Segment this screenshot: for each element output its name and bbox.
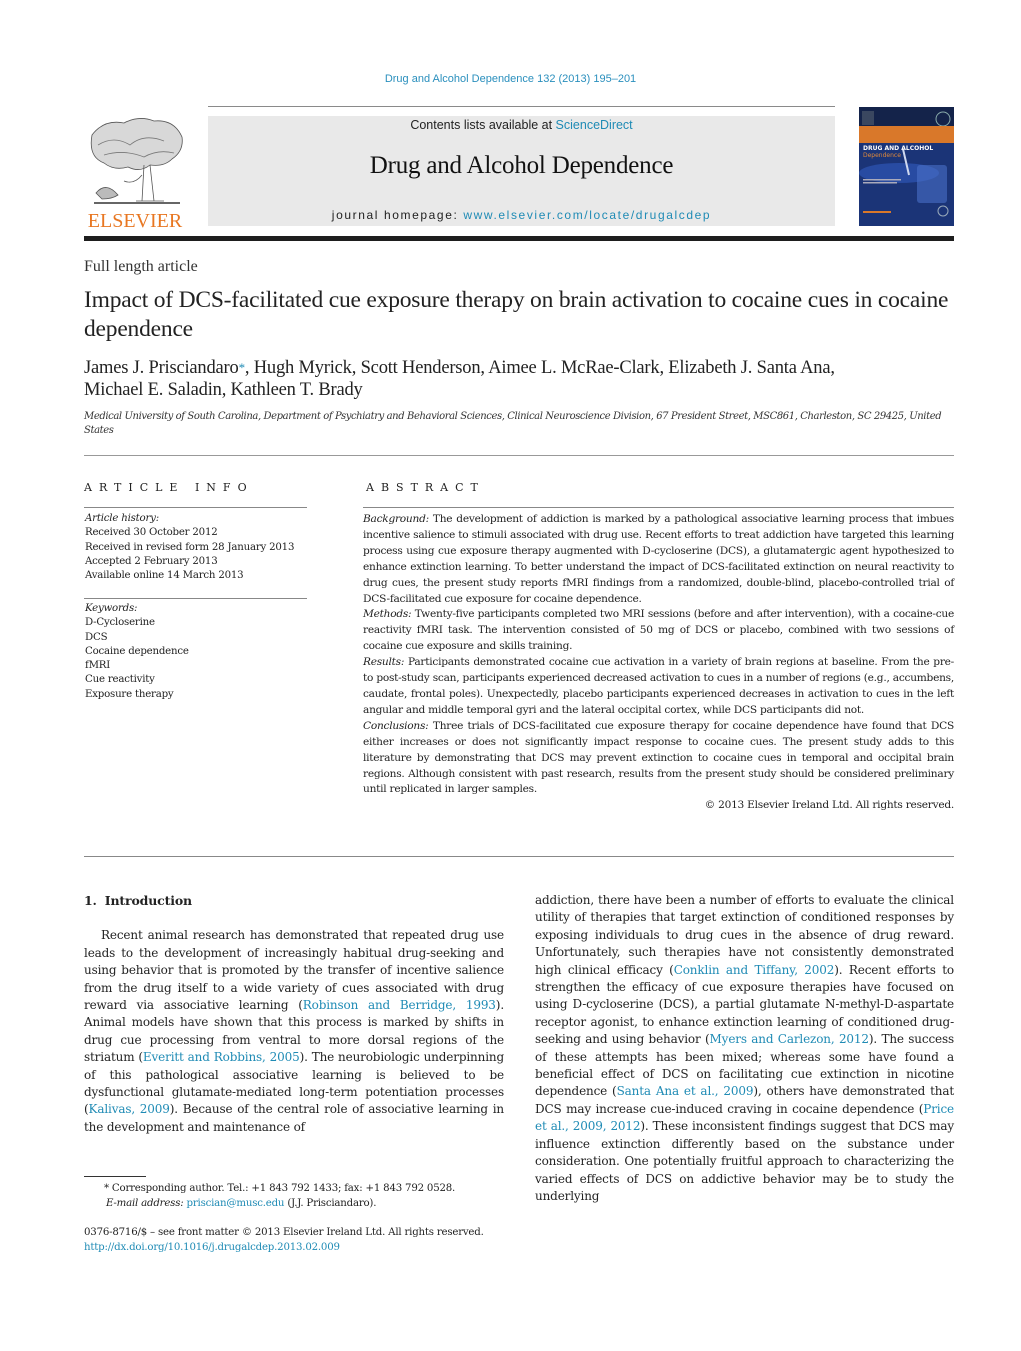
issn-block: 0376-8716/$ – see front matter © 2013 El… [84,1225,584,1255]
history-label: Article history: [85,513,159,524]
abstract-text: Three trials of DCS-facilitated cue expo… [363,719,954,796]
history-item: Available online 14 March 2013 [85,570,244,582]
homepage-label: journal homepage: [331,208,464,222]
citation-link[interactable]: Everitt and Robbins, 2005 [143,1050,300,1064]
section-rule [84,455,954,456]
author-list: James J. Prisciandaro*, Hugh Myrick, Sco… [84,358,835,400]
elsevier-tree-icon [90,118,183,204]
keyword-item[interactable]: Exposure therapy [85,688,315,702]
abstract-label: Methods: [363,608,412,621]
journal-masthead: Contents lists available at ScienceDirec… [208,116,835,226]
footnotes: * Corresponding author. Tel.: +1 843 792… [84,1181,514,1211]
abstract-text: Participants demonstrated cocaine cue ac… [363,656,954,716]
article-info-rule [84,507,307,508]
article-history: Article history: Received 30 October 201… [85,512,315,583]
keywords-list: Keywords: D-Cycloserine DCS Cocaine depe… [85,602,315,702]
header-thick-rule [84,236,954,241]
citation-link[interactable]: Robinson and Berridge, 1993 [303,998,496,1012]
history-item: Received 30 October 2012 [85,527,218,539]
section-number: 1. [84,893,97,908]
contents-label: Contents lists available at [410,118,556,132]
introduction-paragraph-continued: addiction, there have been a number of e… [535,892,954,1205]
email-note: E-mail address: priscian@musc.edu (J.J. … [84,1196,514,1211]
cover-title: DRUG AND ALCOHOL [863,145,934,152]
keyword-item[interactable]: Cue reactivity [85,673,315,687]
abstract-text: The development of addiction is marked b… [363,513,954,605]
section-title: Introduction [104,893,192,908]
article-type: Full length article [84,258,198,275]
journal-citation[interactable]: Drug and Alcohol Dependence 132 (2013) 1… [0,73,1021,85]
introduction-paragraph: Recent animal research has demonstrated … [84,927,504,1136]
journal-cover-image[interactable]: DRUG AND ALCOHOL Dependence [859,107,954,226]
journal-title: Drug and Alcohol Dependence [369,152,674,179]
abstract-body: Background: The development of addiction… [363,512,954,814]
author-name[interactable]: Elizabeth J. Santa Ana [668,358,830,378]
article-info-heading: ARTICLE INFO [84,481,254,494]
keyword-item[interactable]: fMRI [85,659,315,673]
journal-homepage: journal homepage: www.elsevier.com/locat… [208,208,835,222]
citation-link[interactable]: Santa Ana et al., 2009 [617,1084,754,1098]
author-name[interactable]: Aimee L. McRae-Clark [488,358,659,378]
keywords-label: Keywords: [85,603,138,614]
history-item: Accepted 2 February 2013 [85,555,218,567]
abstract-methods: Methods: Twenty-five participants comple… [363,607,954,655]
abstract-conclusions: Conclusions: Three trials of DCS-facilit… [363,719,954,799]
abstract-label: Conclusions: [363,719,429,732]
author-name[interactable]: Scott Henderson [361,358,481,378]
citation-link[interactable]: Kalivas, 2009 [89,1102,170,1116]
keywords-rule [84,598,307,599]
author-name[interactable]: Michael E. Saladin [84,380,222,400]
abstract-label: Background: [363,513,429,525]
abstract-rule [363,507,954,508]
email-label: E-mail address: [106,1198,184,1209]
citation-link[interactable]: Conklin and Tiffany, 2002 [674,963,835,977]
body-column-left: 1. Introduction Recent animal research ha… [84,892,504,1136]
sciencedirect-link[interactable]: ScienceDirect [556,118,633,132]
abstract-copyright: © 2013 Elsevier Ireland Ltd. All rights … [704,799,955,812]
citation-link[interactable]: Myers and Carlezon, 2012 [710,1032,869,1046]
author-name[interactable]: James J. Prisciandaro [84,358,239,378]
abstract-bottom-rule [84,856,954,857]
doi-link[interactable]: http://dx.doi.org/10.1016/j.drugalcdep.2… [84,1242,340,1253]
email-link[interactable]: priscian@musc.edu [187,1198,285,1209]
affiliation: Medical University of South Carolina, De… [84,411,942,436]
homepage-link[interactable]: www.elsevier.com/locate/drugalcdep [463,208,711,222]
elsevier-logo[interactable]: ELSEVIER [84,115,186,233]
section-heading: 1. Introduction [84,892,504,909]
keyword-item[interactable]: Cocaine dependence [85,645,315,659]
contents-availability: Contents lists available at ScienceDirec… [208,118,835,132]
author-name[interactable]: Kathleen T. Brady [231,380,363,400]
corresponding-author-marker[interactable]: * [239,360,246,375]
history-item: Received in revised form 28 January 2013 [85,541,295,553]
footnote-rule [84,1176,146,1177]
body-column-right: addiction, there have been a number of e… [535,892,954,1205]
header-rule [208,106,835,107]
elsevier-wordmark: ELSEVIER [87,210,183,232]
abstract-label: Results: [363,656,405,669]
issn-line: 0376-8716/$ – see front matter © 2013 El… [84,1227,484,1238]
article-title: Impact of DCS-facilitated cue exposure t… [84,287,949,342]
abstract-background: Background: The development of addiction… [363,512,954,607]
cover-subtitle: Dependence [863,152,901,159]
abstract-heading: ABSTRACT [366,481,485,494]
author-name[interactable]: Hugh Myrick [254,358,352,378]
abstract-text: Twenty-five participants completed two M… [363,608,954,653]
keyword-item[interactable]: D-Cycloserine [85,616,315,630]
corresponding-author-note: * Corresponding author. Tel.: +1 843 792… [104,1183,456,1194]
keyword-item[interactable]: DCS [85,631,315,645]
abstract-results: Results: Participants demonstrated cocai… [363,655,954,719]
cover-art-icon [859,107,954,226]
email-suffix: (J.J. Prisciandaro). [284,1198,377,1209]
